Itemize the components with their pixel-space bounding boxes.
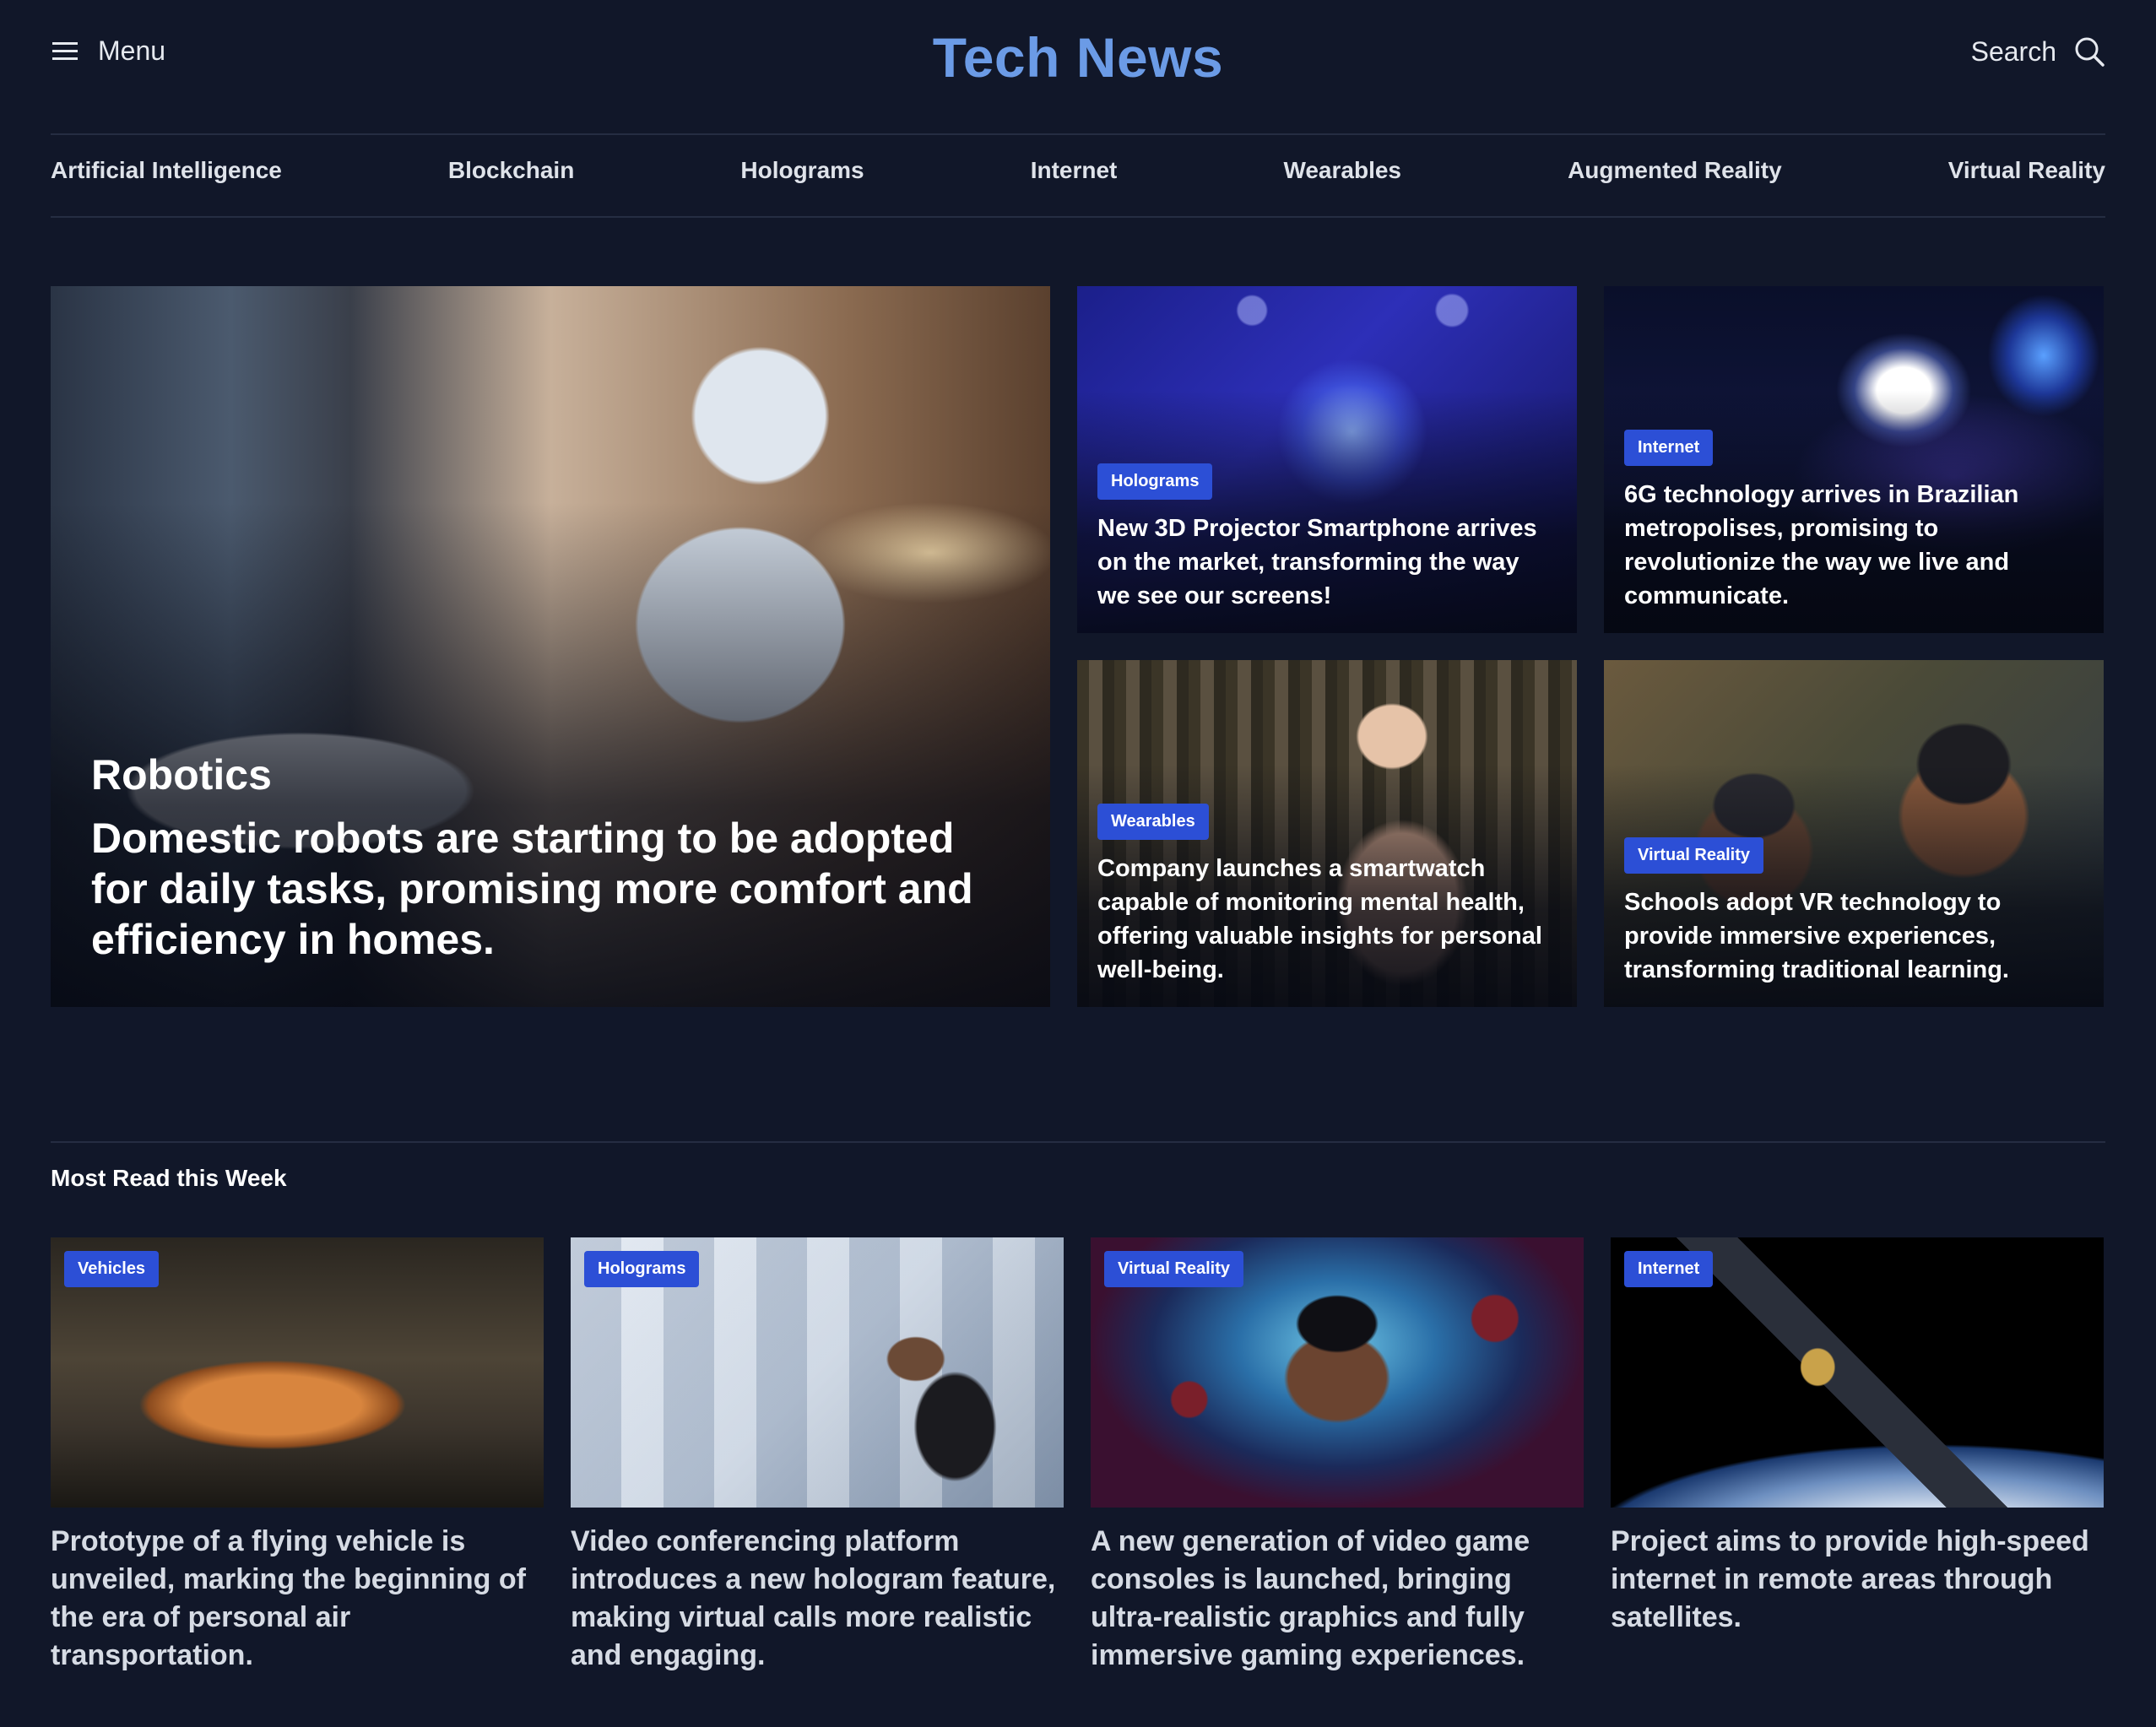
site-header: Menu Tech News Search (51, 0, 2105, 133)
category-badge[interactable]: Vehicles (64, 1251, 160, 1287)
most-read-thumb[interactable]: Virtual Reality (1091, 1237, 1584, 1508)
category-badge[interactable]: Internet (1624, 1251, 1714, 1287)
most-read-item: Internet Project aims to provide high-sp… (1611, 1237, 2104, 1637)
site-logo[interactable]: Tech News (51, 25, 2105, 89)
article-card-virtual-reality[interactable]: Virtual Reality Schools adopt VR technol… (1604, 660, 2104, 1007)
most-read-item: Vehicles Prototype of a flying vehicle i… (51, 1237, 544, 1675)
search-icon (2075, 37, 2105, 67)
most-read-thumb[interactable]: Holograms (571, 1237, 1064, 1508)
search-label: Search (1970, 35, 2056, 67)
most-read-title[interactable]: Project aims to provide high-speed inter… (1611, 1523, 2104, 1637)
article-title: Company launches a smartwatch capable of… (1097, 855, 1542, 983)
article-card-holograms[interactable]: Holograms New 3D Projector Smartphone ar… (1077, 286, 1577, 633)
category-badge[interactable]: Internet (1624, 430, 1714, 466)
most-read-item: Virtual Reality A new generation of vide… (1091, 1237, 1584, 1675)
nav-divider (51, 216, 2105, 218)
nav-item-artificial-intelligence[interactable]: Artificial Intelligence (51, 157, 282, 184)
nav-item-wearables[interactable]: Wearables (1283, 157, 1401, 184)
featured-article-card[interactable]: Robotics Domestic robots are starting to… (51, 286, 1050, 1007)
article-title: 6G technology arrives in Brazilian metro… (1624, 481, 2019, 609)
article-text: Internet 6G technology arrives in Brazil… (1624, 430, 2083, 613)
category-badge[interactable]: Virtual Reality (1624, 837, 1764, 874)
featured-title: Domestic robots are starting to be adopt… (91, 815, 973, 963)
article-card-wearables[interactable]: Wearables Company launches a smartwatch … (1077, 660, 1577, 1007)
category-badge[interactable]: Virtual Reality (1104, 1251, 1244, 1287)
most-read-title[interactable]: A new generation of video game consoles … (1091, 1523, 1584, 1675)
category-nav: Artificial Intelligence Blockchain Holog… (51, 157, 2105, 184)
nav-item-blockchain[interactable]: Blockchain (448, 157, 574, 184)
most-read-item: Holograms Video conferencing platform in… (571, 1237, 1064, 1675)
category-badge[interactable]: Wearables (1097, 804, 1209, 840)
nav-item-augmented-reality[interactable]: Augmented Reality (1568, 157, 1782, 184)
nav-item-holograms[interactable]: Holograms (740, 157, 864, 184)
most-read-thumb[interactable]: Internet (1611, 1237, 2104, 1508)
article-title: New 3D Projector Smartphone arrives on t… (1097, 515, 1537, 609)
most-read-title[interactable]: Video conferencing platform introduces a… (571, 1523, 1064, 1675)
most-read-title[interactable]: Prototype of a flying vehicle is unveile… (51, 1523, 544, 1675)
article-text: Holograms New 3D Projector Smartphone ar… (1097, 463, 1557, 613)
most-read-thumb[interactable]: Vehicles (51, 1237, 544, 1508)
section-divider (51, 1141, 2105, 1143)
category-badge[interactable]: Holograms (1097, 463, 1213, 500)
nav-item-internet[interactable]: Internet (1031, 157, 1118, 184)
category-badge[interactable]: Holograms (584, 1251, 700, 1287)
featured-text: Robotics Domestic robots are starting to… (91, 750, 974, 965)
article-title: Schools adopt VR technology to provide i… (1624, 889, 2009, 983)
featured-category: Robotics (91, 751, 272, 799)
search-button[interactable]: Search (1971, 35, 2105, 68)
header-divider (51, 133, 2105, 135)
article-text: Wearables Company launches a smartwatch … (1097, 804, 1557, 987)
nav-item-virtual-reality[interactable]: Virtual Reality (1948, 157, 2105, 184)
article-text: Virtual Reality Schools adopt VR technol… (1624, 837, 2083, 987)
article-card-internet[interactable]: Internet 6G technology arrives in Brazil… (1604, 286, 2104, 633)
most-read-heading: Most Read this Week (51, 1165, 287, 1191)
